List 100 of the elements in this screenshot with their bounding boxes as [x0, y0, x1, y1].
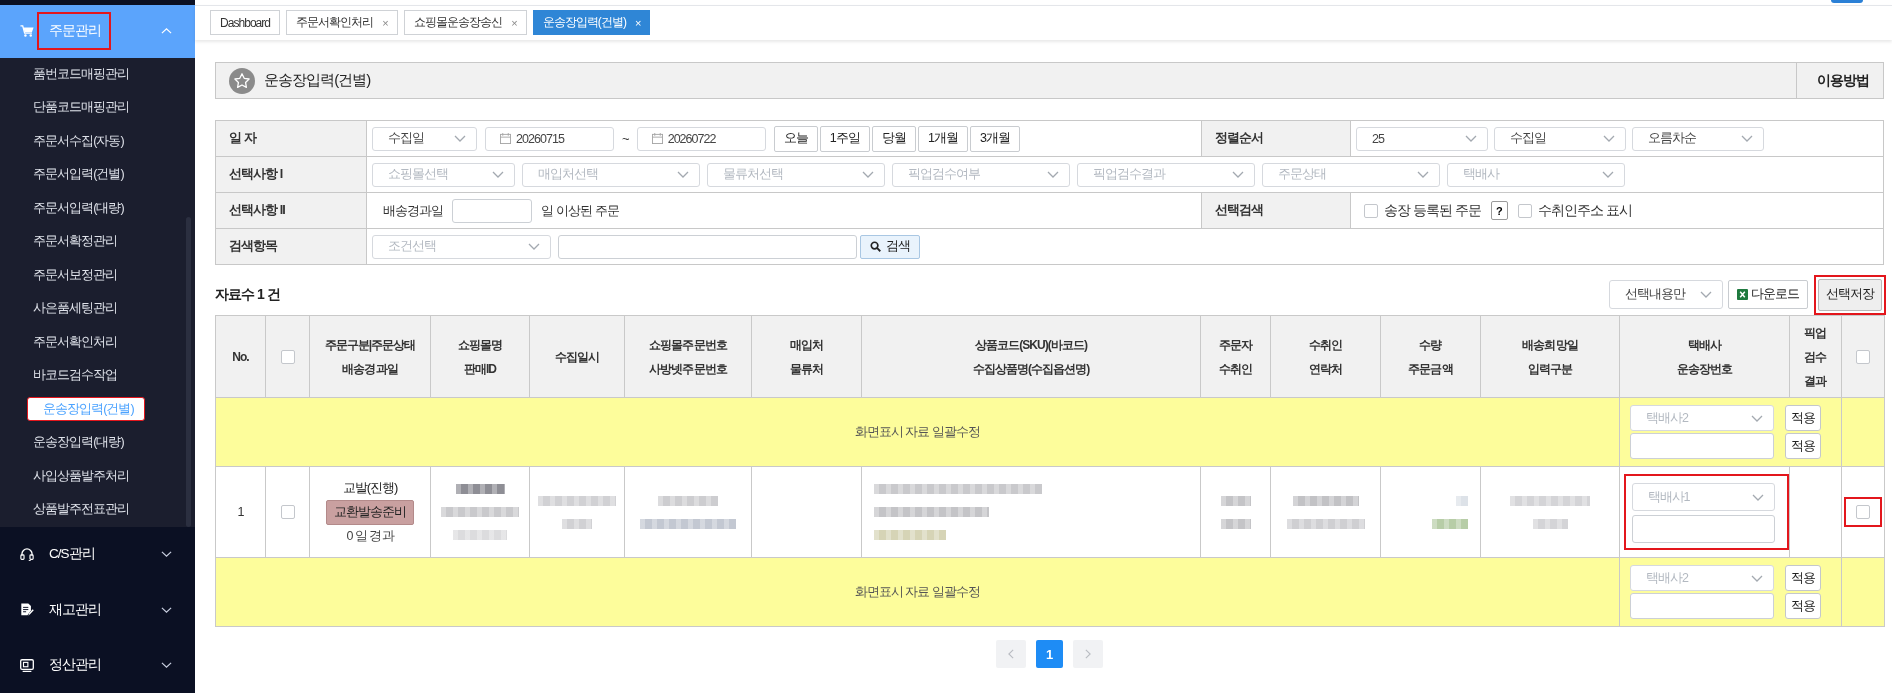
filter-label: 선택검색: [1202, 193, 1351, 229]
tab[interactable]: 주문서확인처리 ×: [286, 10, 398, 35]
checkbox[interactable]: [1856, 505, 1870, 519]
sidebar-item[interactable]: 바코드검수작업: [27, 359, 124, 393]
filter-label: 정렬순서: [1202, 121, 1351, 157]
sidebar-item[interactable]: 품번코드매핑관리: [27, 57, 136, 91]
row-number: 1: [237, 505, 244, 519]
chevron-down-icon: [677, 171, 689, 178]
dropdown[interactable]: 오름차순: [1632, 126, 1764, 151]
save-button[interactable]: 선택저장: [1817, 278, 1882, 311]
date-range-button[interactable]: 1주일: [819, 125, 870, 152]
tracking-number-field[interactable]: [1630, 593, 1774, 619]
close-button[interactable]: ×: [635, 16, 641, 29]
sidebar-item[interactable]: 주문서입력(대량): [27, 191, 130, 225]
date-field[interactable]: 20260722: [636, 126, 766, 151]
bulk-edit-label: 화면표시 자료 일괄수정: [854, 424, 981, 439]
filter-label: 일 자: [216, 121, 367, 157]
header-button[interactable]: [1831, 0, 1863, 3]
date-range-button[interactable]: 1개월: [917, 125, 968, 152]
header-cell: 픽업 검수 결과: [1789, 315, 1842, 398]
filter-label: 선택사항 II: [216, 193, 367, 229]
status-badge: 교환발송준비: [325, 500, 415, 525]
page-title: 운송장입력(건별): [264, 71, 371, 90]
chevron-down-icon: [862, 171, 874, 178]
sidebar-item[interactable]: 상품발주전표관리: [27, 493, 136, 527]
tracking-number-field[interactable]: [1630, 433, 1774, 459]
dropdown[interactable]: 수집일: [1494, 126, 1626, 151]
header-cell: 주문자 수취인: [1200, 315, 1271, 398]
sidebar-item[interactable]: 주문서보정관리: [27, 258, 124, 292]
apply-button[interactable]: 적용: [1785, 593, 1821, 619]
order-type: 교발(진행): [342, 479, 398, 497]
chevron-down-icon: [1751, 574, 1763, 582]
next-page-button[interactable]: [1073, 640, 1103, 668]
sidebar-item[interactable]: 사입상품발주처리: [27, 459, 136, 493]
date-range-button[interactable]: 오늘: [773, 125, 818, 152]
filter-label: 검색항목: [216, 229, 367, 265]
checkbox[interactable]: [280, 349, 295, 364]
chevron-down-icon: [1232, 171, 1244, 178]
chevron-down-icon: [1417, 171, 1429, 178]
id-card-icon: [20, 658, 34, 673]
tracking-number-field[interactable]: [1631, 515, 1775, 543]
dropdown[interactable]: 선택내용만: [1608, 280, 1723, 309]
bulk-edit-label: 화면표시 자료 일괄수정: [854, 584, 981, 599]
header-cell: No.: [215, 315, 266, 398]
dropdown[interactable]: 수집일: [372, 126, 477, 151]
sidebar-item[interactable]: 주문서수집(자동): [27, 124, 130, 158]
sidebar-item[interactable]: 단품코드매핑관리: [27, 91, 136, 125]
help-button[interactable]: 이용방법: [1795, 63, 1883, 98]
cart-icon: [20, 24, 34, 39]
help-button[interactable]: ?: [1490, 201, 1508, 220]
header-cell: 주문구분|주문상태 배송경과일: [309, 315, 431, 398]
previous-page-button[interactable]: [996, 640, 1026, 668]
tab[interactable]: 쇼핑몰운송장송신 ×: [403, 10, 527, 35]
header-cell: 쇼핑몰주문번호 사방넷주문번호: [624, 315, 752, 398]
chevron-down-icon: [1047, 171, 1059, 178]
dropdown[interactable]: 25: [1356, 126, 1488, 151]
scrollbar[interactable]: [186, 216, 191, 527]
chevron-down-icon: [1699, 291, 1712, 298]
sidebar-item[interactable]: 주문서확정관리: [27, 225, 124, 259]
date-range-button[interactable]: 당월: [871, 125, 916, 152]
checkbox[interactable]: [1856, 349, 1870, 364]
chevron-down-icon: [1741, 135, 1753, 142]
tab[interactable]: 운송장입력(건별) ×: [532, 10, 651, 35]
field-label: 일 이상된 주문: [541, 201, 619, 220]
header-cell: 쇼핑몰명 판매ID: [430, 315, 530, 398]
apply-button[interactable]: 적용: [1785, 433, 1821, 459]
chevron-up-icon: [161, 28, 172, 35]
download-button[interactable]: 다운로드: [1727, 280, 1808, 309]
calendar-icon: [500, 133, 511, 144]
checkbox-label[interactable]: 수취인주소 표시: [1537, 201, 1632, 220]
sidebar-item[interactable]: 주문서확인처리: [27, 325, 124, 359]
sidebar-menu-header[interactable]: 정산관리: [0, 637, 195, 693]
chevron-left-icon: [1008, 649, 1014, 659]
sidebar-item[interactable]: 사은품세팅관리: [27, 292, 124, 326]
tab[interactable]: Dashboard: [210, 10, 281, 35]
apply-button[interactable]: 적용: [1785, 405, 1821, 431]
sidebar-item[interactable]: 운송장입력(대량): [27, 426, 130, 460]
calendar-icon: [651, 133, 663, 144]
header-cell: 수량 주문금액: [1380, 315, 1481, 398]
close-button[interactable]: ×: [511, 16, 517, 29]
date-field[interactable]: 20260715: [485, 126, 614, 151]
header-cell: 상품코드(SKU)(바코드) 수집상품명(수집옵션명): [861, 315, 1201, 398]
checkbox[interactable]: [1364, 203, 1378, 218]
spreadsheet-icon: [1736, 289, 1748, 300]
checkbox[interactable]: [280, 505, 295, 519]
sidebar-item[interactable]: 주문서입력(건별): [27, 158, 130, 192]
date-range-button[interactable]: 3개월: [970, 125, 1021, 152]
close-button[interactable]: ×: [382, 16, 388, 29]
search-button[interactable]: 검색: [860, 234, 921, 259]
header-cell: 수집일시: [529, 315, 625, 398]
checkbox[interactable]: [1517, 203, 1532, 218]
apply-button[interactable]: 적용: [1785, 565, 1821, 591]
chevron-down-icon: [1751, 414, 1763, 422]
checkbox-label[interactable]: 송장 등록된 주문: [1384, 201, 1481, 220]
search-field[interactable]: [558, 234, 857, 259]
sidebar-menu-header[interactable]: C/S관리: [0, 526, 195, 582]
input-field[interactable]: [452, 198, 533, 223]
sidebar-menu-header[interactable]: 재고관리: [0, 582, 195, 638]
chevron-down-icon: [1465, 135, 1477, 142]
record-count: 자료수 1 건: [215, 285, 280, 304]
